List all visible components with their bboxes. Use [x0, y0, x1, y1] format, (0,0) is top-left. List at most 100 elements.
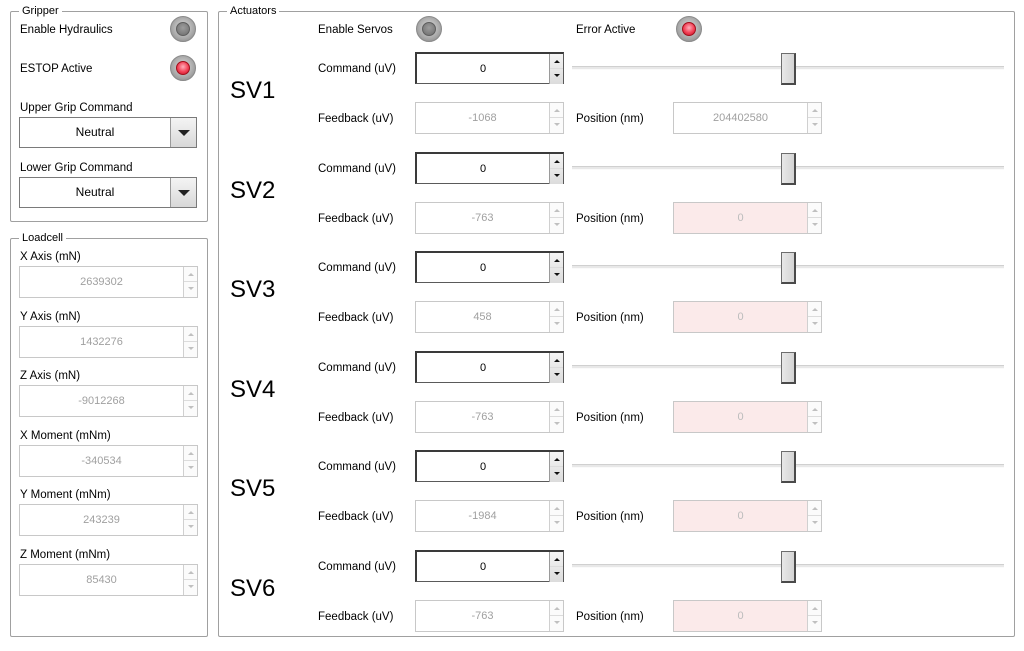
- spin-buttons[interactable]: [807, 203, 821, 233]
- sv4-feedback-field[interactable]: -763: [415, 401, 564, 433]
- spin-up-icon[interactable]: [550, 452, 563, 467]
- upper-grip-command-dropdown[interactable]: Neutral: [19, 117, 197, 148]
- sv4-command-slider-thumb[interactable]: [781, 352, 796, 384]
- spin-up-icon[interactable]: [550, 154, 563, 169]
- sv6-command-slider-thumb[interactable]: [781, 551, 796, 583]
- spin-buttons[interactable]: [183, 327, 197, 357]
- spin-up-icon[interactable]: [550, 353, 563, 368]
- spin-down-icon[interactable]: [550, 268, 563, 283]
- sv1-position-field[interactable]: 204402580: [673, 102, 822, 134]
- spin-buttons[interactable]: [549, 402, 563, 432]
- spin-buttons[interactable]: [183, 505, 197, 535]
- sv6-feedback-field[interactable]: -763: [415, 600, 564, 632]
- spin-up-icon[interactable]: [808, 402, 821, 417]
- spin-up-icon[interactable]: [550, 601, 563, 616]
- spin-buttons[interactable]: [549, 154, 563, 184]
- spin-down-icon[interactable]: [550, 368, 563, 383]
- sv2-position-field[interactable]: 0: [673, 202, 822, 234]
- spin-up-icon[interactable]: [550, 402, 563, 417]
- spin-up-icon[interactable]: [184, 505, 197, 520]
- enable-servos-button[interactable]: [416, 16, 442, 42]
- spin-down-icon[interactable]: [550, 616, 563, 631]
- sv2-feedback-field[interactable]: -763: [415, 202, 564, 234]
- spin-down-icon[interactable]: [550, 69, 563, 84]
- enable-hydraulics-button[interactable]: [170, 16, 196, 42]
- spin-up-icon[interactable]: [184, 565, 197, 580]
- chevron-down-icon[interactable]: [170, 178, 196, 207]
- spin-down-icon[interactable]: [808, 417, 821, 432]
- spin-down-icon[interactable]: [808, 616, 821, 631]
- spin-up-icon[interactable]: [808, 203, 821, 218]
- spin-up-icon[interactable]: [808, 601, 821, 616]
- sv4-position-field[interactable]: 0: [673, 401, 822, 433]
- spin-down-icon[interactable]: [550, 417, 563, 432]
- sv6-position-field[interactable]: 0: [673, 600, 822, 632]
- spin-buttons[interactable]: [549, 353, 563, 383]
- spin-up-icon[interactable]: [550, 501, 563, 516]
- spin-down-icon[interactable]: [550, 218, 563, 233]
- spin-down-icon[interactable]: [550, 567, 563, 582]
- spin-buttons[interactable]: [549, 601, 563, 631]
- spin-buttons[interactable]: [549, 302, 563, 332]
- loadcell-z-axis-field[interactable]: -9012268: [19, 385, 198, 417]
- spin-down-icon[interactable]: [550, 317, 563, 332]
- sv1-feedback-field[interactable]: -1068: [415, 102, 564, 134]
- spin-up-icon[interactable]: [808, 501, 821, 516]
- loadcell-z-moment-field[interactable]: 85430: [19, 564, 198, 596]
- spin-down-icon[interactable]: [550, 169, 563, 184]
- spin-down-icon[interactable]: [550, 467, 563, 482]
- spin-up-icon[interactable]: [550, 103, 563, 118]
- spin-buttons[interactable]: [549, 253, 563, 283]
- spin-up-icon[interactable]: [550, 552, 563, 567]
- spin-up-icon[interactable]: [808, 103, 821, 118]
- spin-down-icon[interactable]: [808, 516, 821, 531]
- spin-down-icon[interactable]: [808, 218, 821, 233]
- sv3-command-field[interactable]: 0: [415, 251, 564, 283]
- spin-down-icon[interactable]: [184, 342, 197, 357]
- spin-down-icon[interactable]: [808, 317, 821, 332]
- sv3-feedback-field[interactable]: 458: [415, 301, 564, 333]
- spin-down-icon[interactable]: [184, 401, 197, 416]
- spin-down-icon[interactable]: [184, 520, 197, 535]
- loadcell-y-axis-field[interactable]: 1432276: [19, 326, 198, 358]
- spin-buttons[interactable]: [807, 103, 821, 133]
- spin-up-icon[interactable]: [550, 203, 563, 218]
- spin-buttons[interactable]: [183, 565, 197, 595]
- spin-down-icon[interactable]: [184, 461, 197, 476]
- spin-up-icon[interactable]: [550, 54, 563, 69]
- spin-up-icon[interactable]: [550, 302, 563, 317]
- chevron-down-icon[interactable]: [170, 118, 196, 147]
- sv5-command-slider-thumb[interactable]: [781, 451, 796, 483]
- spin-up-icon[interactable]: [808, 302, 821, 317]
- loadcell-x-moment-field[interactable]: -340534: [19, 445, 198, 477]
- sv3-command-slider-thumb[interactable]: [781, 252, 796, 284]
- spin-buttons[interactable]: [549, 552, 563, 582]
- spin-down-icon[interactable]: [184, 580, 197, 595]
- spin-down-icon[interactable]: [184, 282, 197, 297]
- spin-down-icon[interactable]: [550, 516, 563, 531]
- spin-down-icon[interactable]: [808, 118, 821, 133]
- spin-buttons[interactable]: [183, 386, 197, 416]
- sv3-position-field[interactable]: 0: [673, 301, 822, 333]
- spin-up-icon[interactable]: [184, 446, 197, 461]
- sv1-command-field[interactable]: 0: [415, 52, 564, 84]
- loadcell-x-axis-field[interactable]: 2639302: [19, 266, 198, 298]
- sv6-command-field[interactable]: 0: [415, 550, 564, 582]
- spin-buttons[interactable]: [549, 203, 563, 233]
- spin-buttons[interactable]: [549, 103, 563, 133]
- spin-up-icon[interactable]: [184, 386, 197, 401]
- spin-up-icon[interactable]: [184, 267, 197, 282]
- loadcell-y-moment-field[interactable]: 243239: [19, 504, 198, 536]
- spin-buttons[interactable]: [549, 54, 563, 84]
- sv4-command-field[interactable]: 0: [415, 351, 564, 383]
- spin-buttons[interactable]: [807, 402, 821, 432]
- spin-buttons[interactable]: [549, 501, 563, 531]
- spin-up-icon[interactable]: [184, 327, 197, 342]
- spin-buttons[interactable]: [807, 501, 821, 531]
- sv5-feedback-field[interactable]: -1984: [415, 500, 564, 532]
- lower-grip-command-dropdown[interactable]: Neutral: [19, 177, 197, 208]
- sv5-position-field[interactable]: 0: [673, 500, 822, 532]
- sv2-command-field[interactable]: 0: [415, 152, 564, 184]
- spin-buttons[interactable]: [549, 452, 563, 482]
- sv1-command-slider-thumb[interactable]: [781, 53, 796, 85]
